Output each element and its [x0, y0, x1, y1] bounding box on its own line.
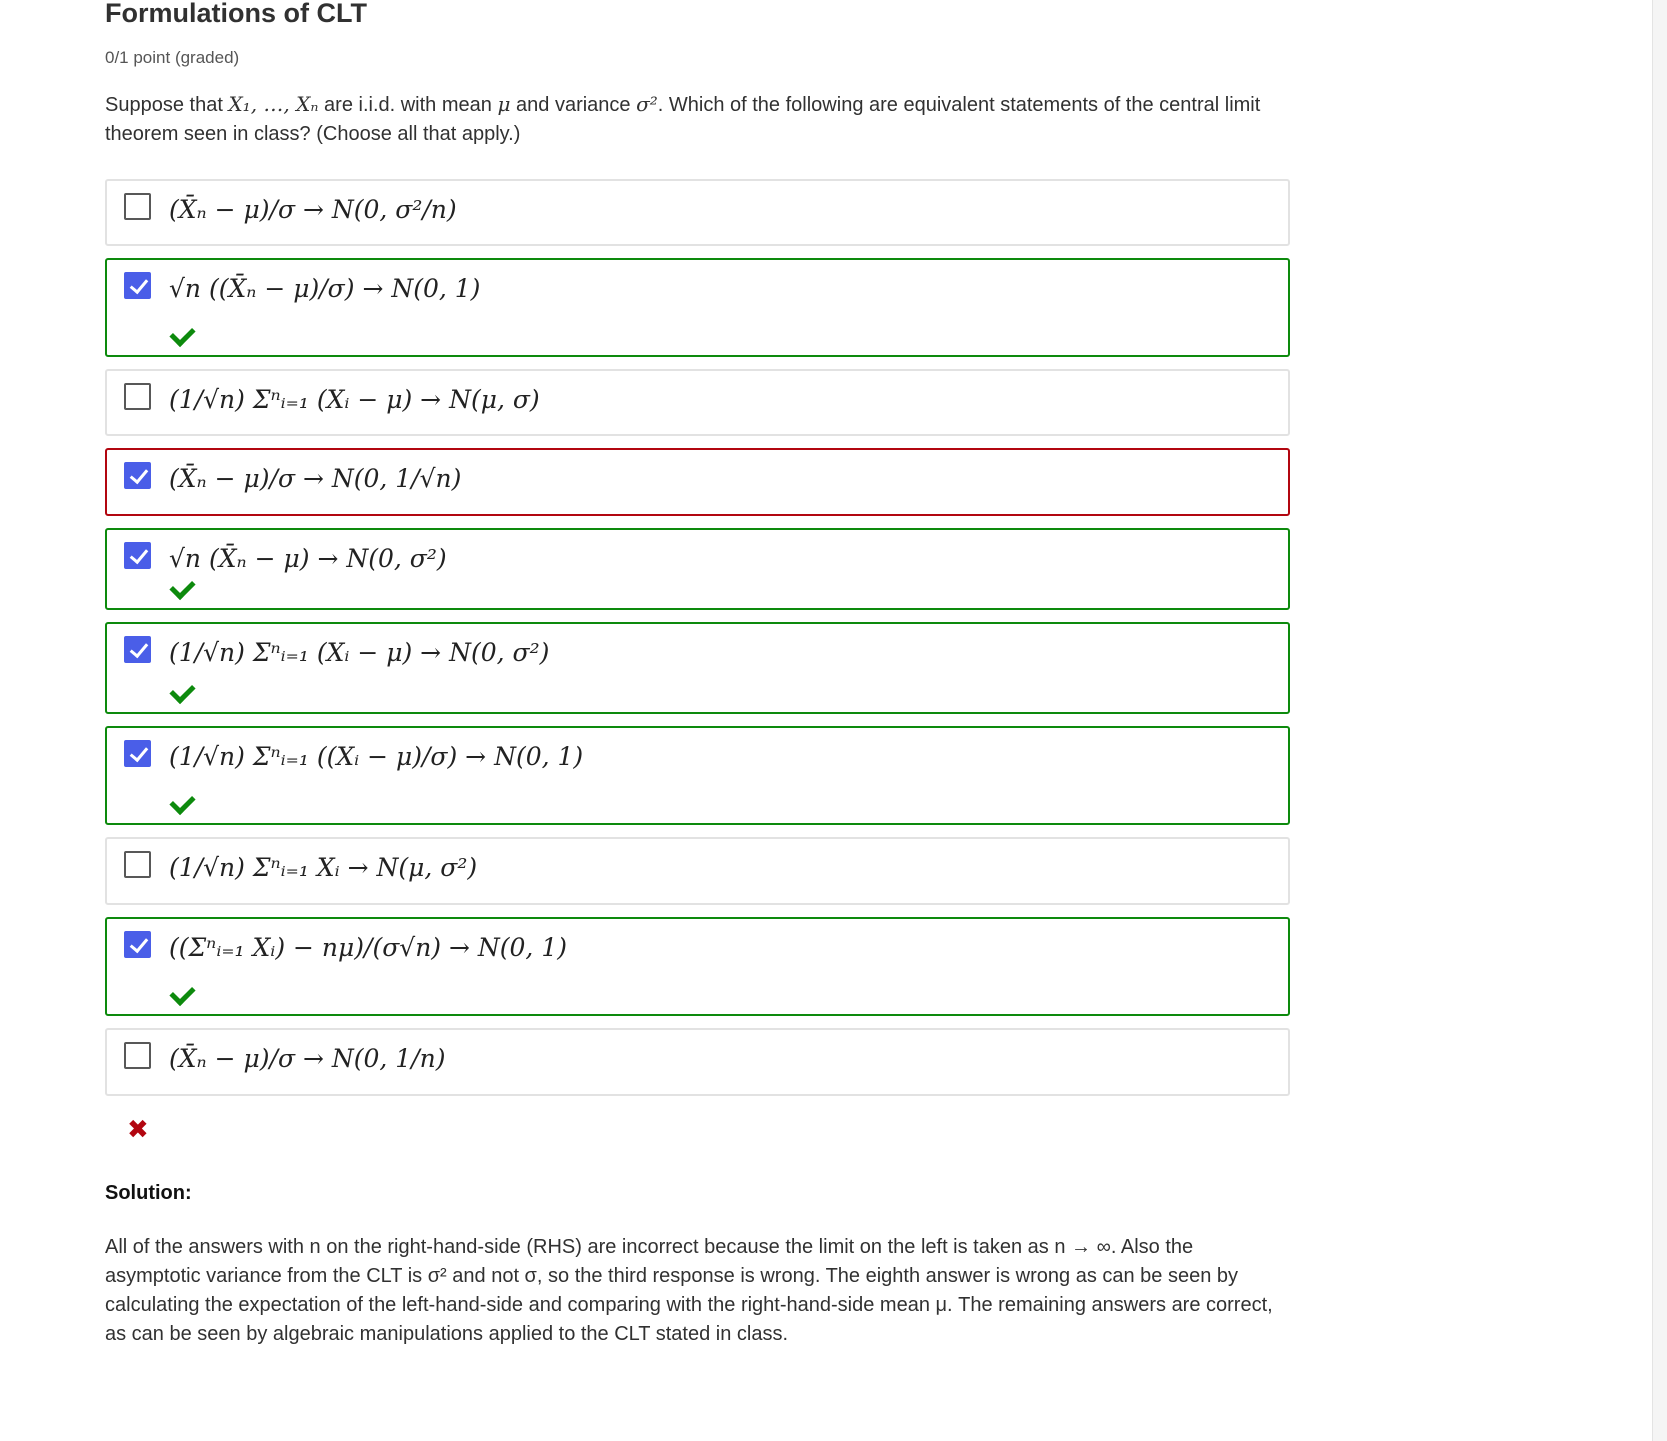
- prompt-sigma2: σ²: [636, 92, 658, 116]
- choice-7[interactable]: (1/√n) Σⁿᵢ₌₁ ((Xᵢ − μ)/σ) → N(0, 1): [105, 726, 1290, 825]
- choice-6-correct-icon: [169, 677, 196, 705]
- choice-2-checkbox[interactable]: [124, 272, 151, 299]
- choice-2[interactable]: √n ((X̄ₙ − μ)/σ) → N(0, 1): [105, 258, 1290, 357]
- incorrect-icon: ✖: [127, 1114, 149, 1144]
- choice-2-formula: √n ((X̄ₙ − μ)/σ) → N(0, 1): [169, 274, 481, 303]
- choice-9-checkbox[interactable]: [124, 931, 151, 958]
- choice-7-correct-icon: [169, 788, 196, 816]
- solution-label: Solution:: [105, 1182, 192, 1204]
- choice-3-checkbox[interactable]: [124, 383, 151, 410]
- choice-1-formula: (X̄ₙ − μ)/σ → N(0, σ²/n): [169, 195, 457, 224]
- choice-1-checkbox[interactable]: [124, 193, 151, 220]
- choice-1[interactable]: (X̄ₙ − μ)/σ → N(0, σ²/n): [105, 179, 1290, 246]
- choice-9[interactable]: ((Σⁿᵢ₌₁ Xᵢ) − nμ)/(σ√n) → N(0, 1): [105, 917, 1290, 1016]
- scrollbar[interactable]: [1652, 0, 1667, 1441]
- solution-text: All of the answers with n on the right-h…: [105, 1236, 1273, 1345]
- choice-4-formula: (X̄ₙ − μ)/σ → N(0, 1/√n): [169, 464, 462, 493]
- choice-7-checkbox[interactable]: [124, 740, 151, 767]
- choice-4[interactable]: (X̄ₙ − μ)/σ → N(0, 1/√n): [105, 448, 1290, 516]
- choice-6-formula: (1/√n) Σⁿᵢ₌₁ (Xᵢ − μ) → N(0, σ²): [169, 638, 550, 667]
- prompt-text-c: and variance: [516, 94, 631, 116]
- choice-10-checkbox[interactable]: [124, 1042, 151, 1069]
- choice-2-correct-icon: [169, 320, 196, 348]
- choice-8-checkbox[interactable]: [124, 851, 151, 878]
- choice-7-formula: (1/√n) Σⁿᵢ₌₁ ((Xᵢ − μ)/σ) → N(0, 1): [169, 742, 584, 771]
- choice-8[interactable]: (1/√n) Σⁿᵢ₌₁ Xᵢ → N(μ, σ²): [105, 837, 1290, 905]
- problem-container: Formulations of CLT 0/1 point (graded) S…: [105, 0, 1290, 1349]
- choice-9-correct-icon: [169, 979, 196, 1007]
- choice-6-checkbox[interactable]: [124, 636, 151, 663]
- choice-3[interactable]: (1/√n) Σⁿᵢ₌₁ (Xᵢ − μ) → N(μ, σ): [105, 369, 1290, 436]
- choice-9-formula: ((Σⁿᵢ₌₁ Xᵢ) − nμ)/(σ√n) → N(0, 1): [169, 933, 567, 962]
- choice-5[interactable]: √n (X̄ₙ − μ) → N(0, σ²): [105, 528, 1290, 610]
- choice-4-checkbox[interactable]: [124, 462, 151, 489]
- prompt-mu: μ: [497, 92, 511, 116]
- prompt-text-a: Suppose that: [105, 94, 223, 116]
- points-status: 0/1 point (graded): [105, 48, 240, 67]
- problem-title: Formulations of CLT: [105, 0, 367, 28]
- prompt-vars: X₁, …, Xₙ: [228, 92, 319, 116]
- choice-10[interactable]: (X̄ₙ − μ)/σ → N(0, 1/n): [105, 1028, 1290, 1096]
- choice-list: (X̄ₙ − μ)/σ → N(0, σ²/n) √n ((X̄ₙ − μ)/σ…: [105, 179, 1290, 1096]
- choice-3-formula: (1/√n) Σⁿᵢ₌₁ (Xᵢ − μ) → N(μ, σ): [169, 385, 540, 414]
- choice-10-formula: (X̄ₙ − μ)/σ → N(0, 1/n): [169, 1044, 446, 1073]
- choice-5-formula: √n (X̄ₙ − μ) → N(0, σ²): [169, 544, 447, 573]
- choice-8-formula: (1/√n) Σⁿᵢ₌₁ Xᵢ → N(μ, σ²): [169, 853, 478, 882]
- choice-6[interactable]: (1/√n) Σⁿᵢ₌₁ (Xᵢ − μ) → N(0, σ²): [105, 622, 1290, 714]
- choice-5-correct-icon: [169, 573, 196, 601]
- problem-prompt: Suppose that X₁, …, Xₙ are i.i.d. with m…: [105, 90, 1290, 149]
- choice-5-checkbox[interactable]: [124, 542, 151, 569]
- prompt-text-b: are i.i.d. with mean: [324, 94, 492, 116]
